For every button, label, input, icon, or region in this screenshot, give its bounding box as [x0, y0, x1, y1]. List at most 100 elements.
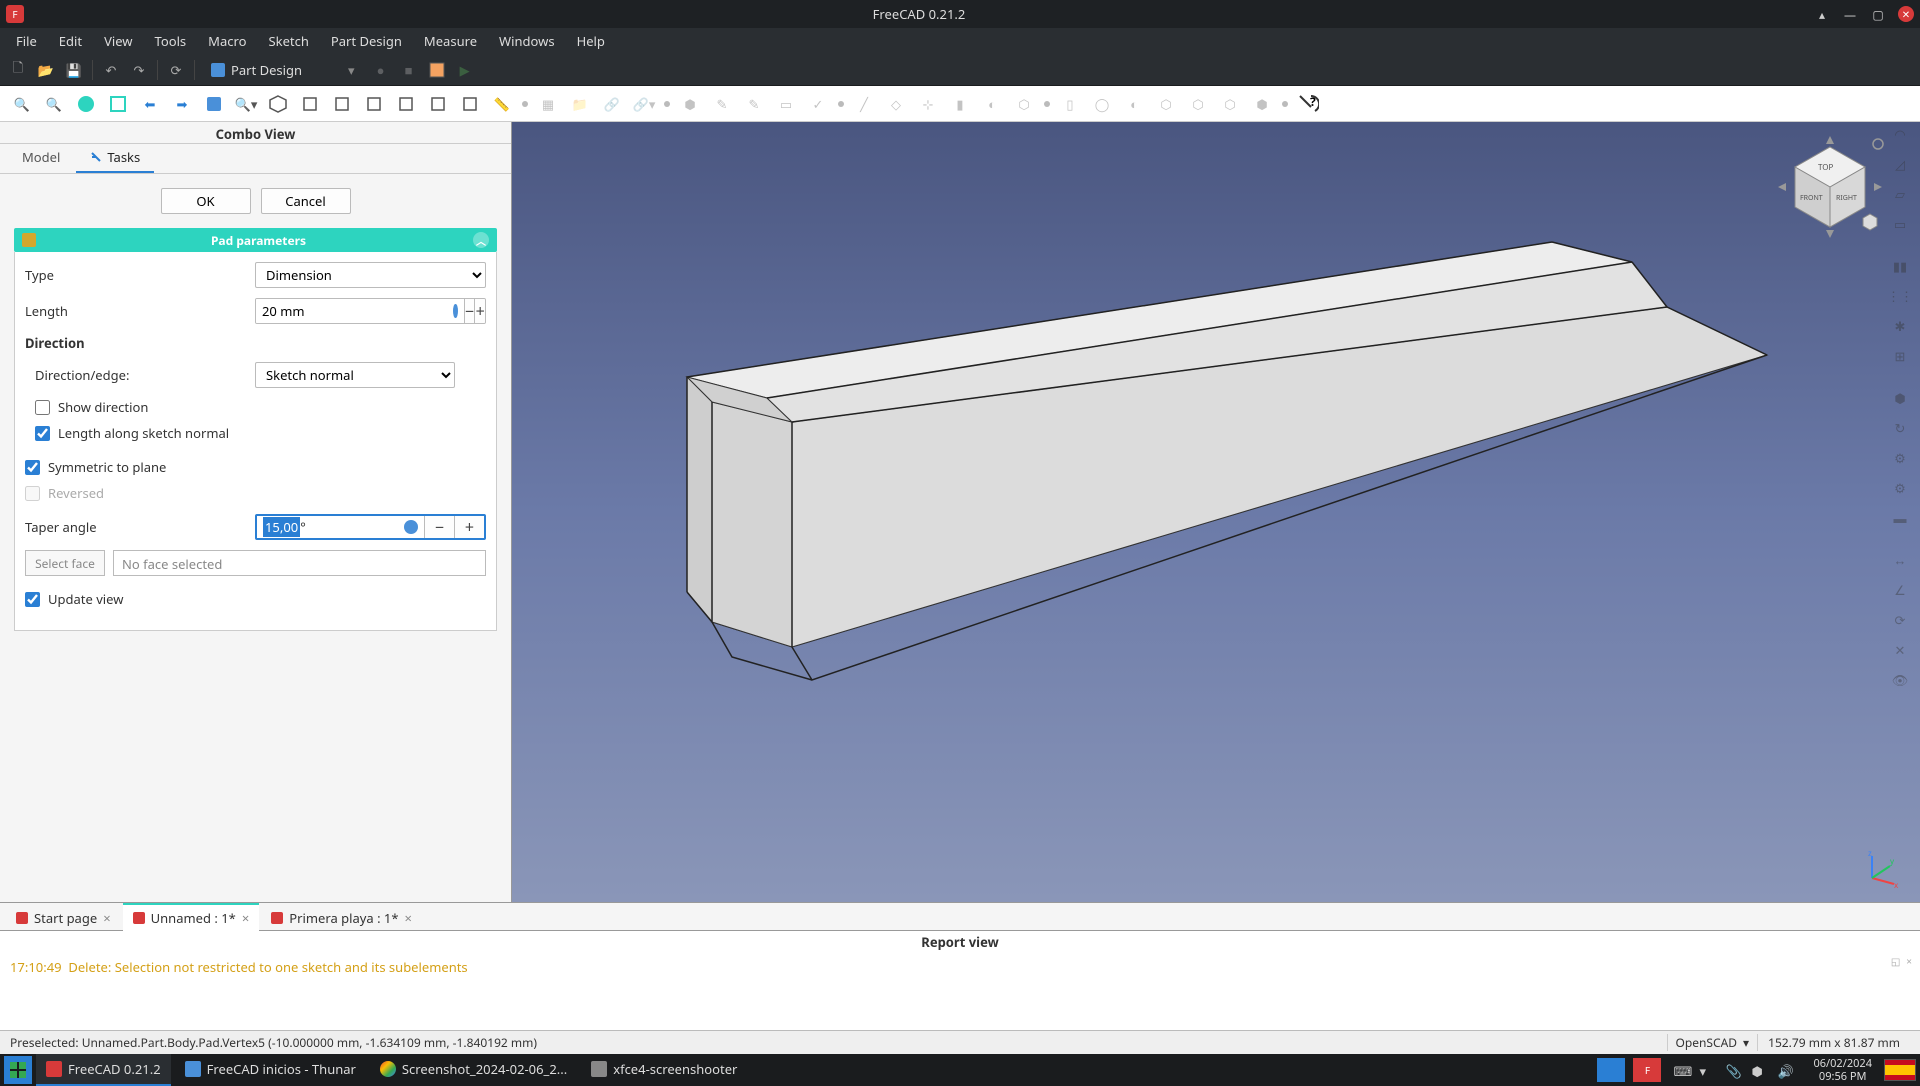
report-view-body[interactable]: ◱ × 17:10:49 Delete: Selection not restr…: [0, 952, 1920, 1030]
update-view-checkbox[interactable]: [25, 592, 40, 607]
workbench-selector[interactable]: Part Design ▾: [203, 59, 363, 81]
menu-macro[interactable]: Macro: [198, 29, 256, 53]
symmetric-checkbox[interactable]: [25, 460, 40, 475]
close-button[interactable]: ✕: [1898, 6, 1914, 22]
menu-measure[interactable]: Measure: [414, 29, 487, 53]
chamfer-icon[interactable]: ◿: [1888, 152, 1912, 176]
measure-refresh-icon[interactable]: ⟳: [1888, 608, 1912, 632]
direction-edge-select[interactable]: Sketch normal: [255, 362, 455, 388]
volume-icon[interactable]: 🔊: [1777, 1062, 1793, 1078]
length-along-checkbox[interactable]: [35, 426, 50, 441]
taskbar-item-thunar[interactable]: FreeCAD inicios - Thunar: [175, 1054, 366, 1086]
taper-decrement[interactable]: −: [424, 516, 454, 538]
taskbar-item-screenshot[interactable]: Screenshot_2024-02-06_2...: [370, 1054, 577, 1086]
network-icon[interactable]: ⬢: [1751, 1062, 1767, 1078]
menu-edit[interactable]: Edit: [49, 29, 92, 53]
boolean-icon[interactable]: ⬢: [1888, 386, 1912, 410]
navigation-cube[interactable]: TOP FRONT RIGHT: [1770, 132, 1890, 252]
menu-tools[interactable]: Tools: [145, 29, 197, 53]
help-icon[interactable]: ?: [1296, 92, 1320, 116]
taskbar-clock[interactable]: 06/02/2024 09:56 PM: [1805, 1057, 1880, 1083]
terminal-icon[interactable]: ⌨: [1673, 1062, 1689, 1078]
unit-button-icon[interactable]: [404, 520, 418, 534]
nav-forward-icon[interactable]: ➡: [170, 92, 194, 116]
measure-icon[interactable]: 📏: [490, 92, 514, 116]
save-file-icon[interactable]: 💾: [64, 60, 84, 80]
close-tab-icon[interactable]: ×: [242, 909, 249, 927]
menu-partdesign[interactable]: Part Design: [321, 29, 412, 53]
measure-linear-icon[interactable]: ↔: [1888, 548, 1912, 572]
doc-tab-unnamed[interactable]: Unnamed : 1* ×: [123, 903, 260, 931]
report-float-icon[interactable]: ◱: [1891, 954, 1900, 968]
select-face-button[interactable]: Select face: [25, 550, 105, 576]
link-icon[interactable]: [202, 92, 226, 116]
taper-increment[interactable]: +: [454, 516, 484, 538]
measure-angular-icon[interactable]: ∠: [1888, 578, 1912, 602]
backend-selector[interactable]: OpenSCAD ▾: [1667, 1034, 1758, 1051]
3d-viewport[interactable]: TOP FRONT RIGHT z x y: [512, 122, 1920, 902]
taskbar-item-screenshooter[interactable]: xfce4-screenshooter: [581, 1054, 747, 1086]
report-close-icon[interactable]: ×: [1906, 954, 1912, 968]
maximize-button[interactable]: ▢: [1870, 6, 1886, 22]
macro-play-icon[interactable]: ▶: [455, 60, 475, 80]
zoom-fit-icon[interactable]: 🔍: [10, 92, 34, 116]
collapse-icon[interactable]: ︿: [473, 232, 489, 248]
length-decrement[interactable]: −: [464, 299, 475, 323]
chevron-down-icon[interactable]: ▾: [1699, 1062, 1715, 1078]
menu-sketch[interactable]: Sketch: [258, 29, 318, 53]
new-file-icon[interactable]: 🗋: [8, 60, 28, 80]
top-view-icon[interactable]: [330, 92, 354, 116]
clipboard-icon[interactable]: 📎: [1725, 1062, 1741, 1078]
bounding-box-icon[interactable]: [106, 92, 130, 116]
fillet-icon[interactable]: ◠: [1888, 122, 1912, 146]
ok-button[interactable]: OK: [161, 188, 251, 214]
polar-pattern-icon[interactable]: ✱: [1888, 314, 1912, 338]
shaft-icon[interactable]: ▬: [1888, 506, 1912, 530]
macro-list-icon[interactable]: [427, 60, 447, 80]
section-pad-parameters[interactable]: Pad parameters ︿: [14, 228, 497, 252]
front-view-icon[interactable]: [298, 92, 322, 116]
taskbar-freecad-pinned-icon[interactable]: F: [1633, 1058, 1661, 1082]
length-field[interactable]: [256, 299, 453, 323]
multi-transform-icon[interactable]: ⊞: [1888, 344, 1912, 368]
menu-help[interactable]: Help: [567, 29, 615, 53]
taper-value-selected[interactable]: 15,00: [263, 517, 300, 537]
linear-pattern-icon[interactable]: ⋮⋮: [1888, 284, 1912, 308]
unit-button-icon[interactable]: [453, 304, 458, 318]
undo-icon[interactable]: ↶: [101, 60, 121, 80]
measure-clear-icon[interactable]: ✕: [1888, 638, 1912, 662]
minimize-button[interactable]: —: [1842, 6, 1858, 22]
keep-above-icon[interactable]: ▴: [1814, 6, 1830, 22]
draft-icon[interactable]: ▱: [1888, 182, 1912, 206]
measure-toggle-icon[interactable]: 👁: [1888, 668, 1912, 692]
zoom-selection-icon[interactable]: 🔍: [42, 92, 66, 116]
sprocket-icon[interactable]: ⚙: [1888, 446, 1912, 470]
show-direction-checkbox[interactable]: [35, 400, 50, 415]
close-tab-icon[interactable]: ×: [405, 909, 412, 927]
type-select[interactable]: Dimension: [255, 262, 486, 288]
keyboard-layout-flag[interactable]: [1884, 1059, 1916, 1081]
menu-view[interactable]: View: [94, 29, 142, 53]
migrate-icon[interactable]: ↻: [1888, 416, 1912, 440]
open-file-icon[interactable]: 📂: [36, 60, 56, 80]
macro-stop-icon[interactable]: ■: [399, 60, 419, 80]
zoom-icon[interactable]: 🔍▾: [234, 92, 258, 116]
length-increment[interactable]: +: [474, 299, 485, 323]
tab-model[interactable]: Model: [8, 143, 74, 173]
redo-icon[interactable]: ↷: [129, 60, 149, 80]
involute-gear-icon[interactable]: ⚙: [1888, 476, 1912, 500]
cancel-button[interactable]: Cancel: [261, 188, 351, 214]
macro-record-icon[interactable]: ●: [371, 60, 391, 80]
right-view-icon[interactable]: [362, 92, 386, 116]
menu-file[interactable]: File: [6, 29, 47, 53]
taskbar-item-freecad[interactable]: FreeCAD 0.21.2: [36, 1054, 171, 1086]
draw-style-icon[interactable]: [74, 92, 98, 116]
doc-tab-primera[interactable]: Primera playa : 1* ×: [261, 903, 422, 931]
show-desktop-button[interactable]: [1597, 1058, 1625, 1082]
doc-tab-startpage[interactable]: Start page ×: [6, 903, 121, 931]
rear-view-icon[interactable]: [394, 92, 418, 116]
left-view-icon[interactable]: [458, 92, 482, 116]
nav-back-icon[interactable]: ⬅: [138, 92, 162, 116]
close-tab-icon[interactable]: ×: [103, 909, 110, 927]
refresh-icon[interactable]: ⟳: [166, 60, 186, 80]
